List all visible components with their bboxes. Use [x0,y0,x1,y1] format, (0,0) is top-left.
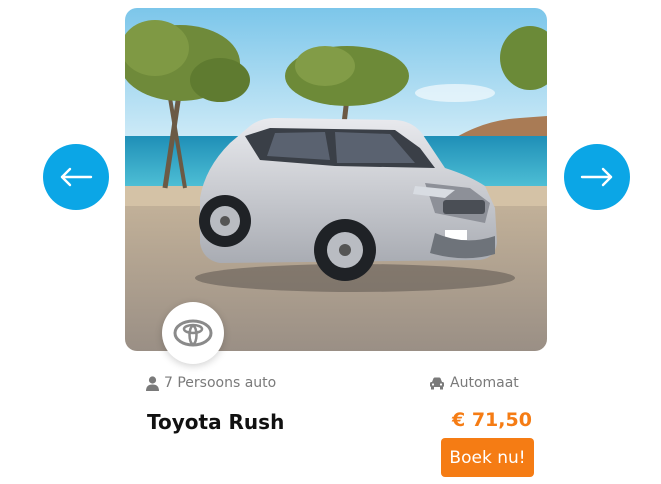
car-name: Toyota Rush [147,410,285,434]
arrow-left-icon [60,167,93,187]
car-photo [125,8,547,351]
toyota-logo [173,319,213,347]
arrow-right-icon [580,167,613,187]
transmission-label: Automaat [450,375,519,391]
seats-spec: 7 Persoons auto [146,372,276,394]
carousel-next-button[interactable] [564,144,630,210]
car-icon [430,377,444,389]
transmission-spec: Automaat [429,372,519,394]
car-card: 7 Persoons auto Automaat Toyota Rush € 7… [0,0,661,484]
person-icon [146,375,159,391]
seats-label: 7 Persoons auto [164,375,277,391]
price-label: € 71,50 [452,409,532,431]
brand-logo-badge [162,302,224,364]
carousel-prev-button[interactable] [43,144,109,210]
book-now-button[interactable]: Boek nu! [441,438,534,477]
